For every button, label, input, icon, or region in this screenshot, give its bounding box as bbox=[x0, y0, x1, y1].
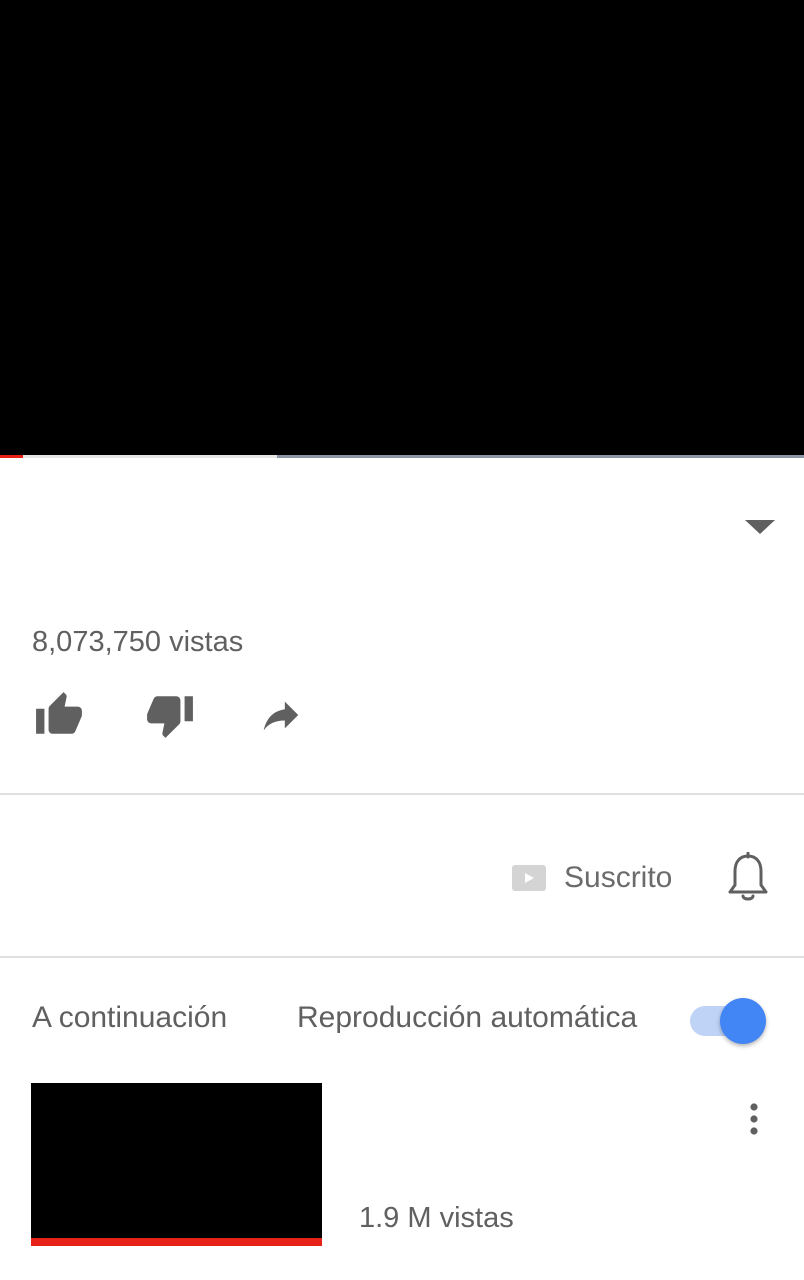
more-vert-icon bbox=[750, 1103, 758, 1135]
bell-icon bbox=[728, 852, 768, 901]
dislike-button[interactable] bbox=[141, 686, 199, 744]
section-divider bbox=[0, 956, 804, 958]
autoplay-label: Reproducción automática bbox=[297, 1001, 638, 1034]
like-button[interactable] bbox=[30, 686, 88, 744]
share-button[interactable] bbox=[252, 686, 310, 744]
video-thumbnail[interactable] bbox=[31, 1083, 322, 1246]
expand-description-button[interactable] bbox=[736, 507, 784, 547]
view-count: 8,073,750 vistas bbox=[32, 626, 244, 658]
autoplay-toggle[interactable] bbox=[688, 998, 770, 1048]
video-player[interactable] bbox=[0, 0, 804, 455]
video-view-count: 1.9 M vistas bbox=[359, 1202, 514, 1234]
up-next-label: A continuación bbox=[32, 1001, 228, 1034]
video-menu-button[interactable] bbox=[734, 1095, 774, 1143]
thumbs-down-icon bbox=[147, 696, 193, 738]
thumbs-up-icon bbox=[36, 692, 82, 734]
share-icon bbox=[263, 701, 299, 731]
toggle-knob bbox=[720, 998, 766, 1044]
progress-played bbox=[0, 455, 23, 458]
notification-bell-button[interactable] bbox=[720, 848, 776, 908]
subscribe-button[interactable]: Suscrito bbox=[512, 850, 672, 906]
youtube-play-icon bbox=[512, 865, 546, 891]
chevron-down-icon bbox=[745, 520, 775, 534]
section-divider bbox=[0, 793, 804, 795]
up-next-video-card[interactable]: 1.9 M vistas bbox=[0, 1075, 804, 1280]
subscribe-label: Suscrito bbox=[564, 861, 673, 894]
video-progress-bar[interactable] bbox=[0, 455, 804, 458]
watched-progress-bar bbox=[31, 1238, 322, 1246]
progress-buffer bbox=[277, 455, 804, 458]
